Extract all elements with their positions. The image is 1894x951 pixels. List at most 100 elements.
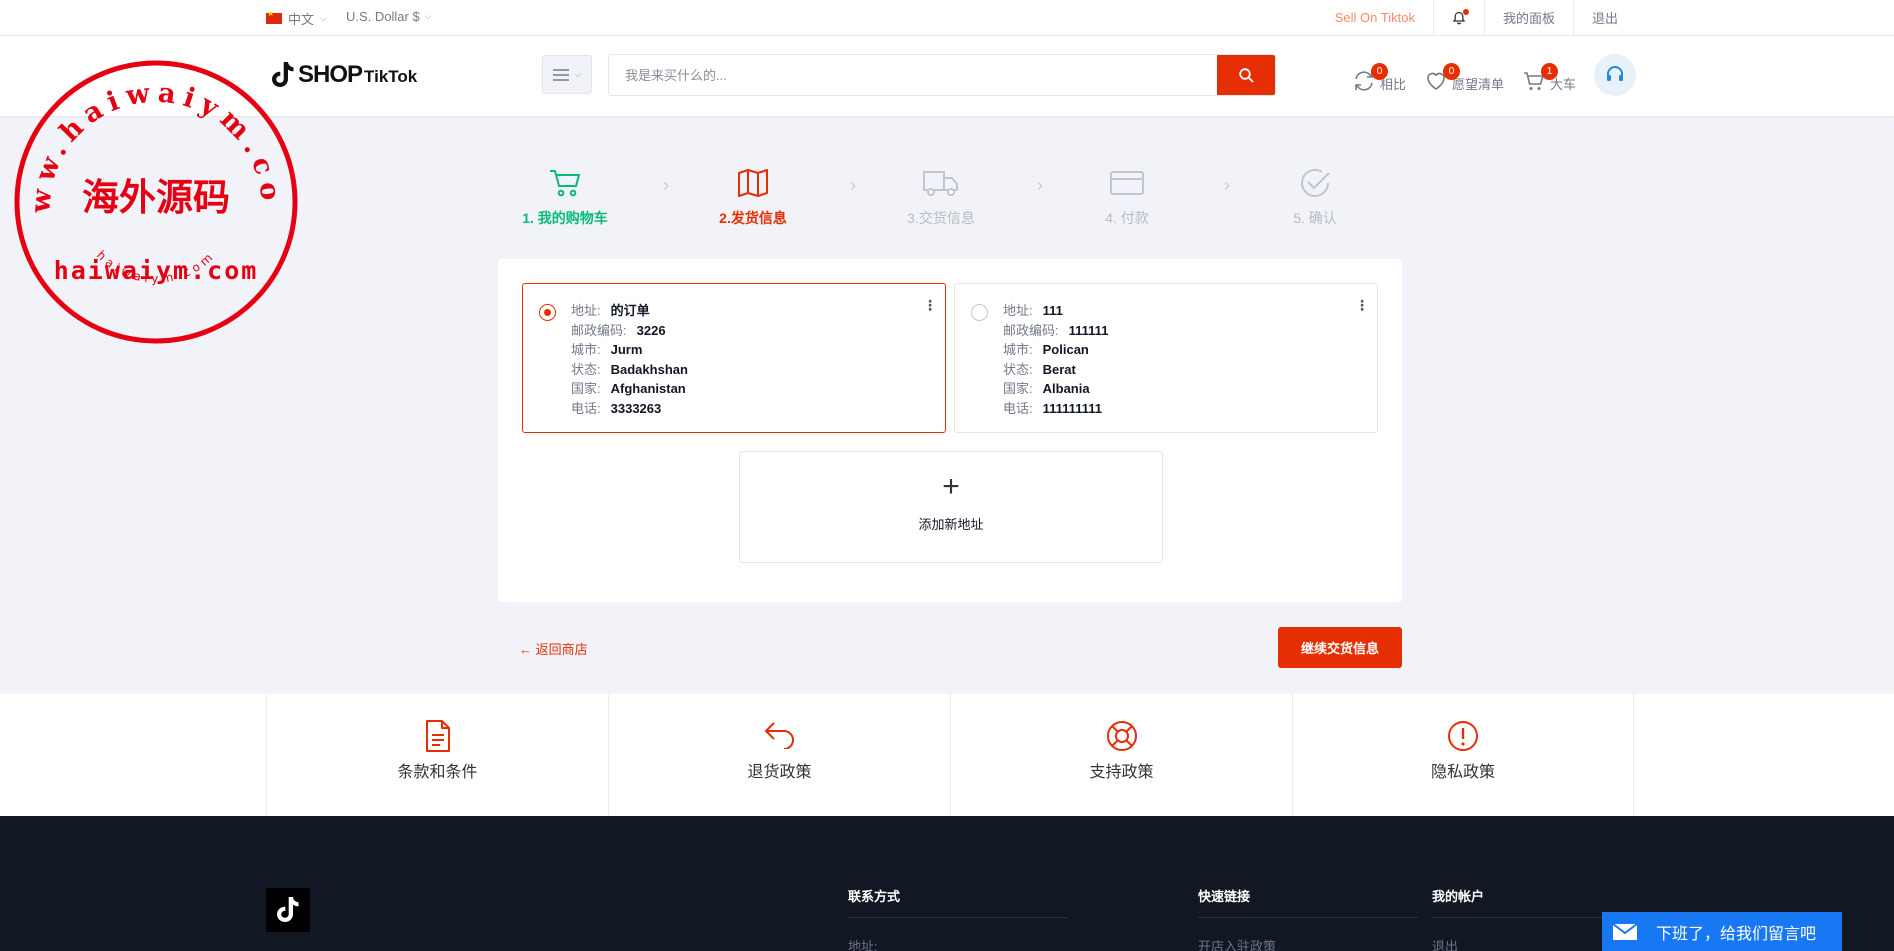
footer-tiktok-logo[interactable] — [266, 888, 310, 932]
compare-icon: 0 — [1352, 63, 1388, 93]
more-options-icon[interactable]: ⋮ — [923, 298, 937, 312]
logo-tiktok-text: TikTok — [364, 67, 418, 86]
policy-links: 条款和条件 退货政策 支持政策 隐私政策 — [0, 694, 1894, 816]
logout-link[interactable]: 退出 — [1572, 0, 1636, 35]
china-flag-icon — [266, 9, 282, 24]
search-button[interactable] — [1217, 55, 1275, 95]
customer-support-button[interactable] — [1594, 54, 1636, 96]
phone-value: 111111111 — [1042, 400, 1102, 416]
step-cart: 1. 我的购物车 — [500, 165, 630, 228]
map-icon — [688, 165, 818, 201]
state-value: Berat — [1042, 361, 1076, 377]
checkout-steps: 1. 我的购物车 › 2.发货信息 › 3.交货信息 › 4. 付款 › 5. … — [500, 165, 1400, 235]
chevron-right-icon: › — [1037, 175, 1043, 195]
compare-count-badge: 0 — [1371, 63, 1388, 80]
footer-heading: 快速链接 — [1198, 886, 1418, 918]
policy-label: 退货政策 — [747, 764, 812, 781]
privacy-policy-link[interactable]: 隐私政策 — [1292, 694, 1634, 816]
alert-circle-icon — [1293, 719, 1633, 755]
footer-heading: 联系方式 — [848, 886, 1068, 918]
postal-key: 邮政编码: — [571, 322, 627, 338]
step-shipping-info: 2.发货信息 — [688, 165, 818, 228]
return-icon — [609, 719, 950, 755]
chat-label: 下班了，给我们留言吧 — [1656, 925, 1817, 943]
step-label: 5. 确认 — [1293, 210, 1337, 226]
language-label: 中文 — [288, 12, 315, 27]
terms-link[interactable]: 条款和条件 — [266, 694, 608, 816]
currency-label: U.S. Dollar $ — [346, 9, 420, 24]
address-radio[interactable] — [971, 304, 988, 321]
cart-icon — [500, 165, 630, 201]
cart-button[interactable]: 1 大车 — [1522, 60, 1576, 93]
dashboard-link[interactable]: 我的面板 — [1483, 0, 1573, 35]
cart-count-badge: 1 — [1541, 63, 1558, 80]
wishlist-button[interactable]: 0 愿望清单 — [1424, 60, 1504, 93]
watermark-center-text: 海外源码 — [82, 175, 230, 219]
footer-contact-column: 联系方式 地址: — [848, 886, 1068, 951]
chevron-down-icon: ⌵ — [574, 69, 582, 79]
chevron-down-icon: ⌵ — [424, 11, 432, 21]
hamburger-icon — [552, 68, 569, 81]
notifications-button[interactable] — [1432, 0, 1484, 35]
currency-selector[interactable]: U.S. Dollar $ ⌵ — [346, 9, 432, 24]
address-option[interactable]: ⋮ 地址: 111 邮政编码: 111111 城市: Polican 状态: Berat… — [954, 283, 1378, 433]
search-icon — [1238, 67, 1254, 83]
envelope-icon — [1612, 922, 1638, 940]
postal-key: 邮政编码: — [1003, 322, 1059, 338]
continue-delivery-button[interactable]: 继续交货信息 — [1278, 627, 1402, 668]
return-to-shop-link[interactable]: ← 返回商店 — [519, 639, 588, 658]
chevron-right-icon: › — [850, 175, 856, 195]
address-radio[interactable] — [539, 304, 556, 321]
policy-label: 隐私政策 — [1430, 764, 1495, 781]
state-value: Badakhshan — [610, 361, 688, 377]
credit-card-icon — [1062, 165, 1192, 201]
check-circle-icon — [1250, 165, 1380, 201]
compare-button[interactable]: 0 相比 — [1352, 60, 1406, 93]
notification-dot — [1462, 8, 1469, 15]
footer-link[interactable]: 开店入驻政策 — [1198, 936, 1418, 951]
address-key: 地址: — [1003, 303, 1033, 318]
address-key: 地址: — [571, 303, 601, 318]
step-label: 2.发货信息 — [719, 210, 787, 226]
address-option-selected[interactable]: ⋮ 地址: 的订单 邮政编码: 3226 城市: Jurm 状态: Badakhshan… — [522, 283, 946, 433]
shipping-address-card: ⋮ 地址: 的订单 邮政编码: 3226 城市: Jurm 状态: Badakhshan… — [498, 259, 1402, 602]
city-value: Jurm — [610, 342, 643, 358]
step-payment: 4. 付款 — [1062, 165, 1192, 228]
watermark-stamp: www.haiwaiym.com 海外源码 haiwaiym.com haiwa… — [12, 58, 298, 344]
step-confirm: 5. 确认 — [1250, 165, 1380, 228]
step-label: 3.交货信息 — [907, 210, 975, 226]
add-new-address-button[interactable]: + 添加新地址 — [739, 451, 1163, 563]
phone-value: 3333263 — [610, 400, 662, 416]
chevron-right-icon: › — [663, 175, 669, 195]
address-value: 111 — [1042, 303, 1063, 318]
phone-key: 电话: — [571, 400, 601, 416]
heart-icon: 0 — [1424, 63, 1460, 93]
policy-label: 支持政策 — [1089, 764, 1154, 781]
plus-icon: + — [942, 470, 960, 503]
wishlist-label: 愿望清单 — [1452, 77, 1505, 92]
more-options-icon[interactable]: ⋮ — [1355, 298, 1369, 312]
footer-item: 地址: — [848, 939, 878, 951]
address-value: 的订单 — [610, 303, 650, 318]
city-key: 城市: — [1003, 342, 1033, 358]
category-menu-button[interactable]: ⌵ — [542, 55, 592, 94]
state-key: 状态: — [1003, 361, 1033, 377]
language-selector[interactable]: 中文 ⌵ — [266, 9, 327, 28]
wishlist-count-badge: 0 — [1443, 63, 1460, 80]
country-value: Albania — [1042, 381, 1090, 397]
phone-key: 电话: — [1003, 400, 1033, 416]
add-new-address-label: 添加新地址 — [918, 517, 984, 532]
chat-widget-button[interactable]: 下班了，给我们留言吧 — [1602, 912, 1842, 951]
lifebuoy-icon — [951, 719, 1292, 755]
bell-icon — [1452, 8, 1469, 25]
support-policy-link[interactable]: 支持政策 — [950, 694, 1292, 816]
search-input[interactable] — [609, 55, 1217, 95]
country-value: Afghanistan — [610, 381, 686, 397]
sell-on-tiktok-link[interactable]: Sell On Tiktok — [1317, 0, 1433, 35]
country-key: 国家: — [1003, 381, 1033, 397]
step-label: 4. 付款 — [1105, 210, 1149, 226]
state-key: 状态: — [571, 361, 601, 377]
headset-icon — [1607, 66, 1623, 81]
city-value: Polican — [1042, 342, 1089, 358]
return-policy-link[interactable]: 退货政策 — [608, 694, 950, 816]
